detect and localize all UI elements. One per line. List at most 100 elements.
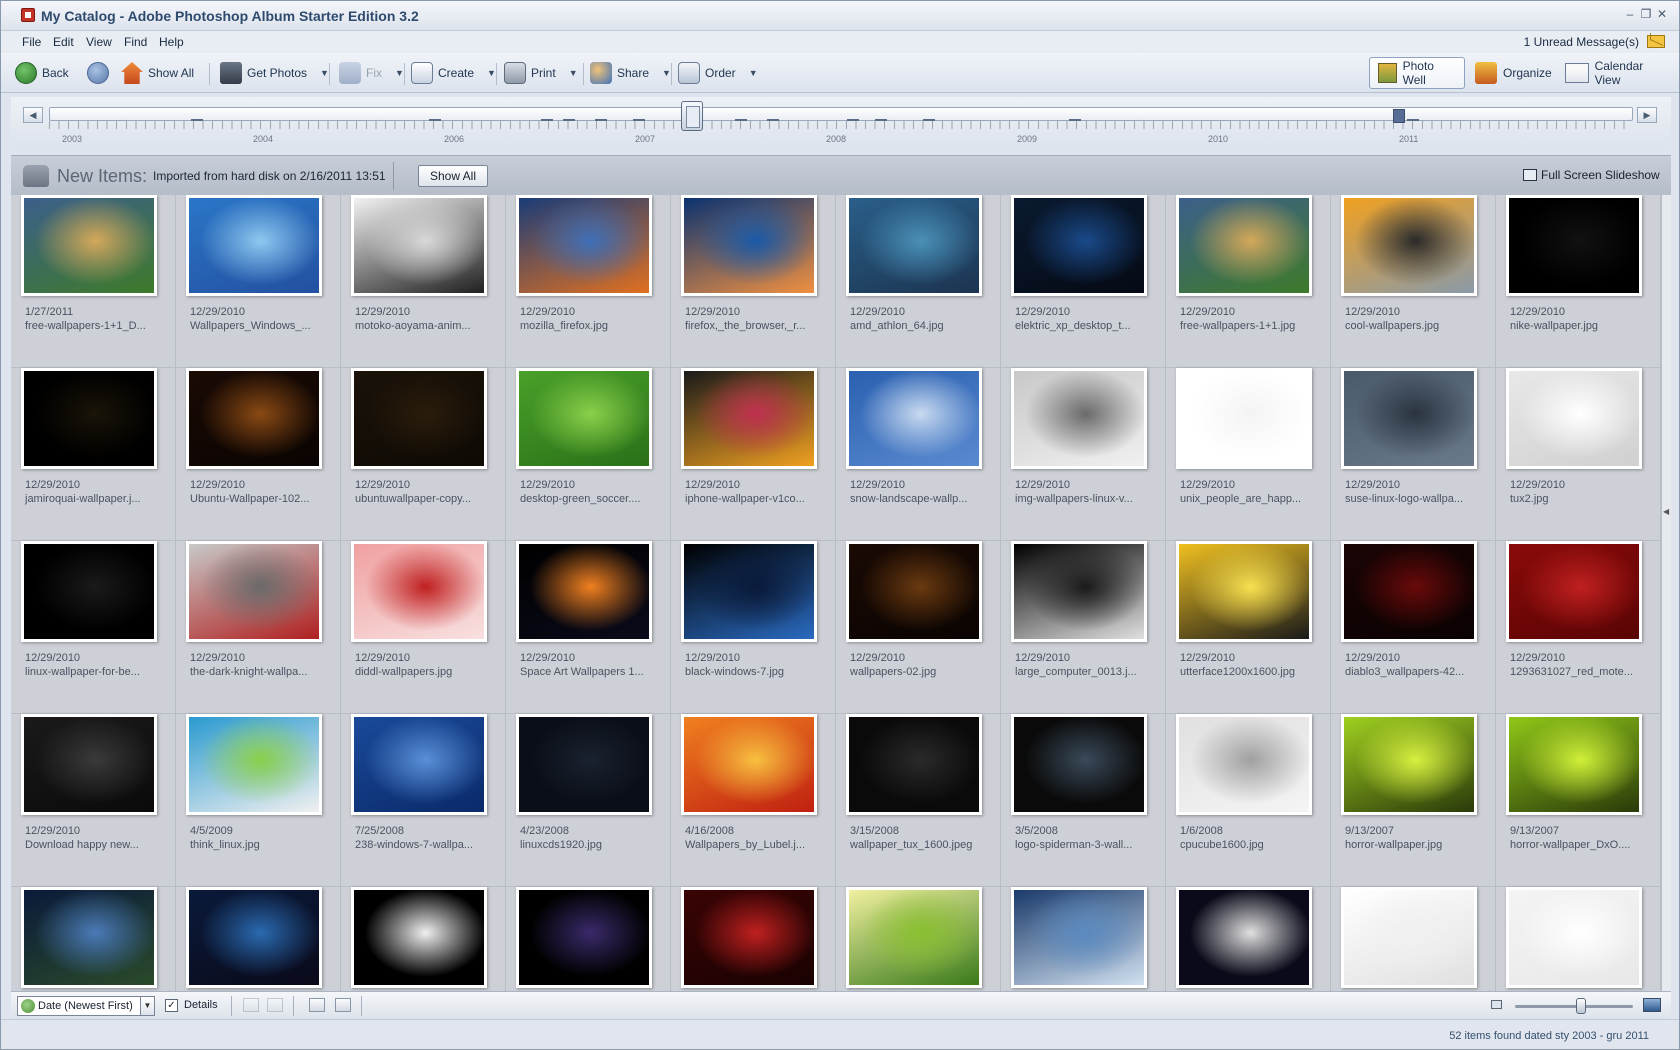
photo-cell[interactable]: 12/29/2010 suse-linux-logo-wallpa... (1331, 368, 1496, 541)
timeline-right-arrow-icon[interactable]: ▶ (1637, 107, 1657, 123)
photo-cell[interactable]: 12/29/2010 img-wallpapers-linux-v... (1001, 368, 1166, 541)
photo-thumbnail[interactable] (21, 368, 157, 469)
photo-cell[interactable]: 12/29/2010 unix_people_are_happ... (1166, 368, 1331, 541)
photo-thumbnail[interactable] (1341, 887, 1477, 988)
photo-cell[interactable]: 12/29/2010 jamiroquai-wallpaper.j... (11, 368, 176, 541)
photo-cell[interactable]: 12/29/2010 tux2.jpg (1496, 368, 1661, 541)
menu-edit[interactable]: Edit (53, 35, 74, 49)
photo-thumbnail[interactable] (351, 195, 487, 296)
photo-cell[interactable] (1331, 887, 1496, 991)
photo-cell[interactable]: 1/6/2008 cpucube1600.jpg (1166, 714, 1331, 887)
photo-cell[interactable]: 12/29/2010 large_computer_0013.j... (1001, 541, 1166, 714)
order-button[interactable]: Order ▼ (678, 60, 758, 86)
photo-cell[interactable]: 12/29/2010 diddl-wallpapers.jpg (341, 541, 506, 714)
photo-cell[interactable]: 12/29/2010 utterface1200x1600.jpg (1166, 541, 1331, 714)
photo-cell[interactable] (1166, 887, 1331, 991)
photo-thumbnail[interactable] (21, 541, 157, 642)
photo-thumbnail[interactable] (1176, 368, 1312, 469)
photo-cell[interactable] (1496, 887, 1661, 991)
rotate-right-icon[interactable] (267, 998, 283, 1012)
photo-cell[interactable]: 12/29/2010 Download happy new... (11, 714, 176, 887)
details-checkbox[interactable]: ✓ (165, 999, 178, 1012)
photo-cell[interactable]: 12/29/2010 black-windows-7.jpg (671, 541, 836, 714)
photo-thumbnail[interactable] (186, 541, 322, 642)
photo-cell[interactable]: 12/29/2010 amd_athlon_64.jpg (836, 195, 1001, 368)
photo-thumbnail[interactable] (351, 368, 487, 469)
photo-cell[interactable]: 12/29/2010 Space Art Wallpapers 1... (506, 541, 671, 714)
photo-cell[interactable]: 3/15/2008 wallpaper_tux_1600.jpeg (836, 714, 1001, 887)
photo-cell[interactable]: 9/13/2007 horror-wallpaper.jpg (1331, 714, 1496, 887)
photo-thumbnail[interactable] (351, 887, 487, 988)
photo-cell[interactable]: 12/29/2010 Wallpapers_Windows_... (176, 195, 341, 368)
photo-thumbnail[interactable] (1506, 714, 1642, 815)
photo-thumbnail[interactable] (186, 714, 322, 815)
photo-thumbnail[interactable] (1176, 887, 1312, 988)
photo-thumbnail[interactable] (21, 195, 157, 296)
share-button[interactable]: Share ▼ (590, 60, 671, 86)
photo-cell[interactable]: 12/29/2010 diablo3_wallpapers-42... (1331, 541, 1496, 714)
photo-thumbnail[interactable] (516, 714, 652, 815)
photo-thumbnail[interactable] (516, 887, 652, 988)
photo-cell[interactable]: 12/29/2010 wallpapers-02.jpg (836, 541, 1001, 714)
photo-cell[interactable]: 3/5/2008 logo-spiderman-3-wall... (1001, 714, 1166, 887)
photo-thumbnail[interactable] (1011, 541, 1147, 642)
get-photos-button[interactable]: Get Photos ▼ (220, 60, 329, 86)
photo-thumbnail[interactable] (186, 368, 322, 469)
print-button[interactable]: Print ▼ (504, 60, 578, 86)
thumbnail-size-handle[interactable] (1576, 998, 1586, 1014)
rotate-left-icon[interactable] (243, 998, 259, 1012)
photo-cell[interactable]: 12/29/2010 desktop-green_soccer.... (506, 368, 671, 541)
photo-thumbnail[interactable] (681, 541, 817, 642)
photo-thumbnail[interactable] (1011, 714, 1147, 815)
photo-thumbnail[interactable] (1011, 195, 1147, 296)
photo-thumbnail[interactable] (21, 887, 157, 988)
photo-cell[interactable] (176, 887, 341, 991)
photo-cell[interactable]: 12/29/2010 iphone-wallpaper-v1co... (671, 368, 836, 541)
show-all-items-button[interactable]: Show All (418, 165, 488, 187)
photo-thumbnail[interactable] (351, 541, 487, 642)
photo-thumbnail[interactable] (846, 714, 982, 815)
photo-cell[interactable]: 12/29/2010 the-dark-knight-wallpa... (176, 541, 341, 714)
photo-cell[interactable] (1001, 887, 1166, 991)
photo-cell[interactable]: 12/29/2010 free-wallpapers-1+1.jpg (1166, 195, 1331, 368)
create-button[interactable]: Create ▼ (411, 60, 496, 86)
photo-thumbnail[interactable] (21, 714, 157, 815)
calendar-view-tab[interactable]: Calendar View (1557, 57, 1679, 89)
photo-thumbnail[interactable] (1011, 887, 1147, 988)
photo-thumbnail[interactable] (516, 541, 652, 642)
photo-cell[interactable] (11, 887, 176, 991)
photo-cell[interactable]: 1/27/2011 free-wallpapers-1+1_D... (11, 195, 176, 368)
photo-cell[interactable]: 4/16/2008 Wallpapers_by_Lubel.j... (671, 714, 836, 887)
restore-icon[interactable]: ❐ (1639, 7, 1653, 21)
photo-thumbnail[interactable] (516, 368, 652, 469)
photo-thumbnail[interactable] (1176, 195, 1312, 296)
photo-thumbnail[interactable] (846, 541, 982, 642)
photo-thumbnail[interactable] (516, 195, 652, 296)
photo-cell[interactable] (506, 887, 671, 991)
menu-help[interactable]: Help (159, 35, 184, 49)
photo-cell[interactable]: 12/29/2010 linux-wallpaper-for-be... (11, 541, 176, 714)
photo-cell[interactable]: 12/29/2010 1293631027_red_mote... (1496, 541, 1661, 714)
photo-thumbnail[interactable] (681, 195, 817, 296)
photo-thumbnail[interactable] (1341, 541, 1477, 642)
unread-messages-link[interactable]: 1 Unread Message(s) (1524, 35, 1639, 49)
forward-button[interactable] (87, 60, 109, 86)
vertical-scrollbar[interactable]: ◀ (1661, 195, 1671, 991)
photo-cell[interactable]: 12/29/2010 nike-wallpaper.jpg (1496, 195, 1661, 368)
photo-cell[interactable] (671, 887, 836, 991)
photo-cell[interactable]: 12/29/2010 snow-landscape-wallp... (836, 368, 1001, 541)
photo-cell[interactable]: 12/29/2010 firefox,_the_browser,_r... (671, 195, 836, 368)
photo-thumbnail[interactable] (1341, 195, 1477, 296)
menu-file[interactable]: File (22, 35, 41, 49)
photo-cell[interactable] (836, 887, 1001, 991)
photo-well-tab[interactable]: Photo Well (1369, 57, 1465, 89)
photo-thumbnail[interactable] (681, 368, 817, 469)
timeline-left-arrow-icon[interactable]: ◀ (23, 107, 43, 123)
photo-thumbnail[interactable] (681, 714, 817, 815)
photo-cell[interactable]: 12/29/2010 cool-wallpapers.jpg (1331, 195, 1496, 368)
large-thumbnail-icon[interactable] (1643, 998, 1661, 1012)
photo-thumbnail[interactable] (846, 368, 982, 469)
photo-cell[interactable]: 4/5/2009 think_linux.jpg (176, 714, 341, 887)
photo-thumbnail[interactable] (1011, 368, 1147, 469)
photo-cell[interactable]: 12/29/2010 elektric_xp_desktop_t... (1001, 195, 1166, 368)
